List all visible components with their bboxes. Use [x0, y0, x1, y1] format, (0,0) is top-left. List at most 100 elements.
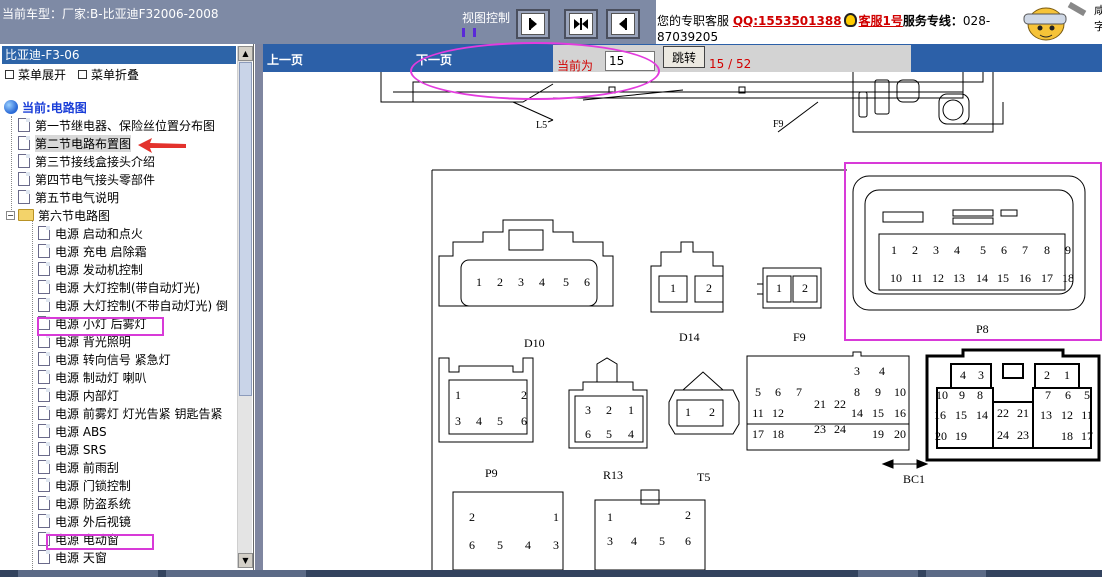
- tree-item-section-4[interactable]: 第四节电气接头零部件: [18, 170, 155, 188]
- pin: 2: [802, 281, 808, 295]
- qq-link[interactable]: QQ:1553501388: [733, 14, 842, 28]
- split-icon: [569, 13, 593, 35]
- connector-name-f9: F9: [793, 330, 806, 344]
- tree-subitem[interactable]: 电源 天窗: [38, 548, 107, 566]
- tree-subitem[interactable]: 电源 外后视镜: [38, 512, 131, 530]
- tree-subitem[interactable]: 电源 防盗系统: [38, 494, 131, 512]
- mascot-logo: 咸 字: [1010, 0, 1102, 44]
- pin: 14: [851, 406, 863, 420]
- pin: 2: [469, 510, 475, 524]
- tree-subitem-label: 电源 背光照明: [55, 334, 131, 349]
- tree-item-section-1[interactable]: 第一节继电器、保险丝位置分布图: [18, 116, 215, 134]
- pin: 17: [1041, 271, 1053, 285]
- tree-item-section-2[interactable]: 第二节电路布置图: [18, 134, 132, 152]
- tree-subitem[interactable]: 电源 大灯控制(带自动灯光): [38, 278, 200, 296]
- pin: 5: [606, 427, 612, 441]
- scroll-up-icon[interactable]: ▲: [238, 46, 253, 61]
- pin: 16: [934, 408, 946, 422]
- pin: 5: [755, 385, 761, 399]
- pin: 20: [935, 429, 947, 443]
- pin: 10: [936, 388, 948, 402]
- tree-subitem[interactable]: 电源 ABS: [38, 422, 107, 440]
- splitter-bar[interactable]: [255, 44, 263, 570]
- tree-line: [11, 116, 12, 216]
- view-control-marker: [462, 28, 476, 37]
- pin: 4: [539, 275, 545, 289]
- pin: 11: [752, 406, 764, 420]
- tree-subitem[interactable]: 电源 门锁控制: [38, 476, 131, 494]
- view-left-button[interactable]: [606, 9, 640, 39]
- pin: 6: [469, 538, 475, 552]
- kefu-link[interactable]: 客服1号: [859, 14, 903, 28]
- tree-subitem[interactable]: 电源 前雨刮: [38, 458, 119, 476]
- document-icon: [38, 334, 50, 348]
- tree-subitem-label: 电源 内部灯: [55, 388, 119, 403]
- document-icon: [38, 532, 50, 546]
- document-icon: [38, 352, 50, 366]
- tree-subitem[interactable]: 电源 大灯控制(不带自动灯光) 倒: [38, 296, 228, 314]
- tree-subitem[interactable]: 电源 SRS: [38, 440, 106, 458]
- pin: 18: [1061, 429, 1073, 443]
- pin: 5: [659, 534, 665, 548]
- pin: 19: [872, 427, 884, 441]
- tree-subitem[interactable]: 电源 制动灯 喇叭: [38, 368, 147, 386]
- page-number-input[interactable]: [605, 51, 655, 71]
- expand-icon: [5, 70, 14, 79]
- document-icon: [18, 118, 30, 132]
- qq-penguin-icon: [843, 13, 857, 27]
- pin: 8: [854, 385, 860, 399]
- tree-item-section-5[interactable]: 第五节电气说明: [18, 188, 119, 206]
- document-icon: [38, 370, 50, 384]
- pin: 15: [955, 408, 967, 422]
- tree-line: [32, 216, 33, 570]
- scroll-thumb[interactable]: [239, 62, 252, 396]
- view-split-button[interactable]: [564, 9, 598, 39]
- tree-subitem[interactable]: 电源 电动窗: [38, 530, 119, 548]
- document-icon: [18, 136, 30, 150]
- tree-item-label: 第一节继电器、保险丝位置分布图: [35, 118, 216, 133]
- document-icon: [38, 262, 50, 276]
- pin: 17: [1081, 429, 1093, 443]
- tree-root[interactable]: 当前:电路图: [4, 98, 87, 116]
- pin: 20: [894, 427, 906, 441]
- tree-subitem-label: 电源 充电 启除霜: [55, 244, 147, 259]
- tree-subitem[interactable]: 电源 启动和点火: [38, 224, 143, 242]
- pin: 2: [521, 388, 527, 402]
- tree-subitem[interactable]: 电源 转向信号 紧急灯: [38, 350, 171, 368]
- pin: 5: [563, 275, 569, 289]
- tree-subitem[interactable]: 电源 背光照明: [38, 332, 131, 350]
- next-page-link[interactable]: 下一页: [416, 51, 452, 68]
- tree-subitem[interactable]: 电源 小灯 后雾灯: [38, 314, 147, 332]
- pin: 7: [796, 385, 802, 399]
- prev-page-link[interactable]: 上一页: [267, 51, 303, 68]
- document-icon: [38, 244, 50, 258]
- pin: 13: [953, 271, 965, 285]
- pin: 3: [978, 368, 984, 382]
- tree-subitem-label: 电源 转向信号 紧急灯: [55, 352, 171, 367]
- menu-collapse-button[interactable]: 菜单折叠: [78, 66, 139, 83]
- pin: 9: [875, 385, 881, 399]
- tree-subitem-label: 电源 防盗系统: [55, 496, 131, 511]
- status-segment: [166, 570, 306, 577]
- collapse-icon: [78, 70, 87, 79]
- tree-subitem[interactable]: 电源 内部灯: [38, 386, 119, 404]
- tree-item-section-6[interactable]: − 第六节电路图: [6, 206, 110, 224]
- sidebar-scrollbar[interactable]: ▲ ▼: [237, 46, 253, 568]
- tree-subitem[interactable]: 电源 前雾灯 灯光告紧 钥匙告紧: [38, 404, 222, 422]
- pin: 4: [954, 243, 960, 257]
- scroll-down-icon[interactable]: ▼: [238, 553, 253, 568]
- pin: 18: [772, 427, 784, 441]
- tree-item-section-3[interactable]: 第三节接线盒接头介绍: [18, 152, 155, 170]
- jump-button[interactable]: 跳转: [663, 46, 705, 68]
- tree-item-label: 第四节电气接头零部件: [35, 172, 156, 187]
- tree-subitem[interactable]: 电源 充电 启除霜: [38, 242, 147, 260]
- logo-char-2: 字: [1094, 20, 1102, 33]
- top-bar: 当前车型：厂家:B-比亚迪F32006-2008 视图控制 您的专职客服 QQ:…: [0, 0, 1102, 44]
- view-right-button[interactable]: [516, 9, 550, 39]
- tree-subitem[interactable]: 电源 发动机控制: [38, 260, 143, 278]
- collapse-toggle-icon[interactable]: −: [6, 210, 15, 220]
- menu-expand-label: 菜单展开: [18, 68, 67, 82]
- pin: 1: [553, 510, 559, 524]
- menu-expand-button[interactable]: 菜单展开: [5, 66, 66, 83]
- pin: 10: [890, 271, 902, 285]
